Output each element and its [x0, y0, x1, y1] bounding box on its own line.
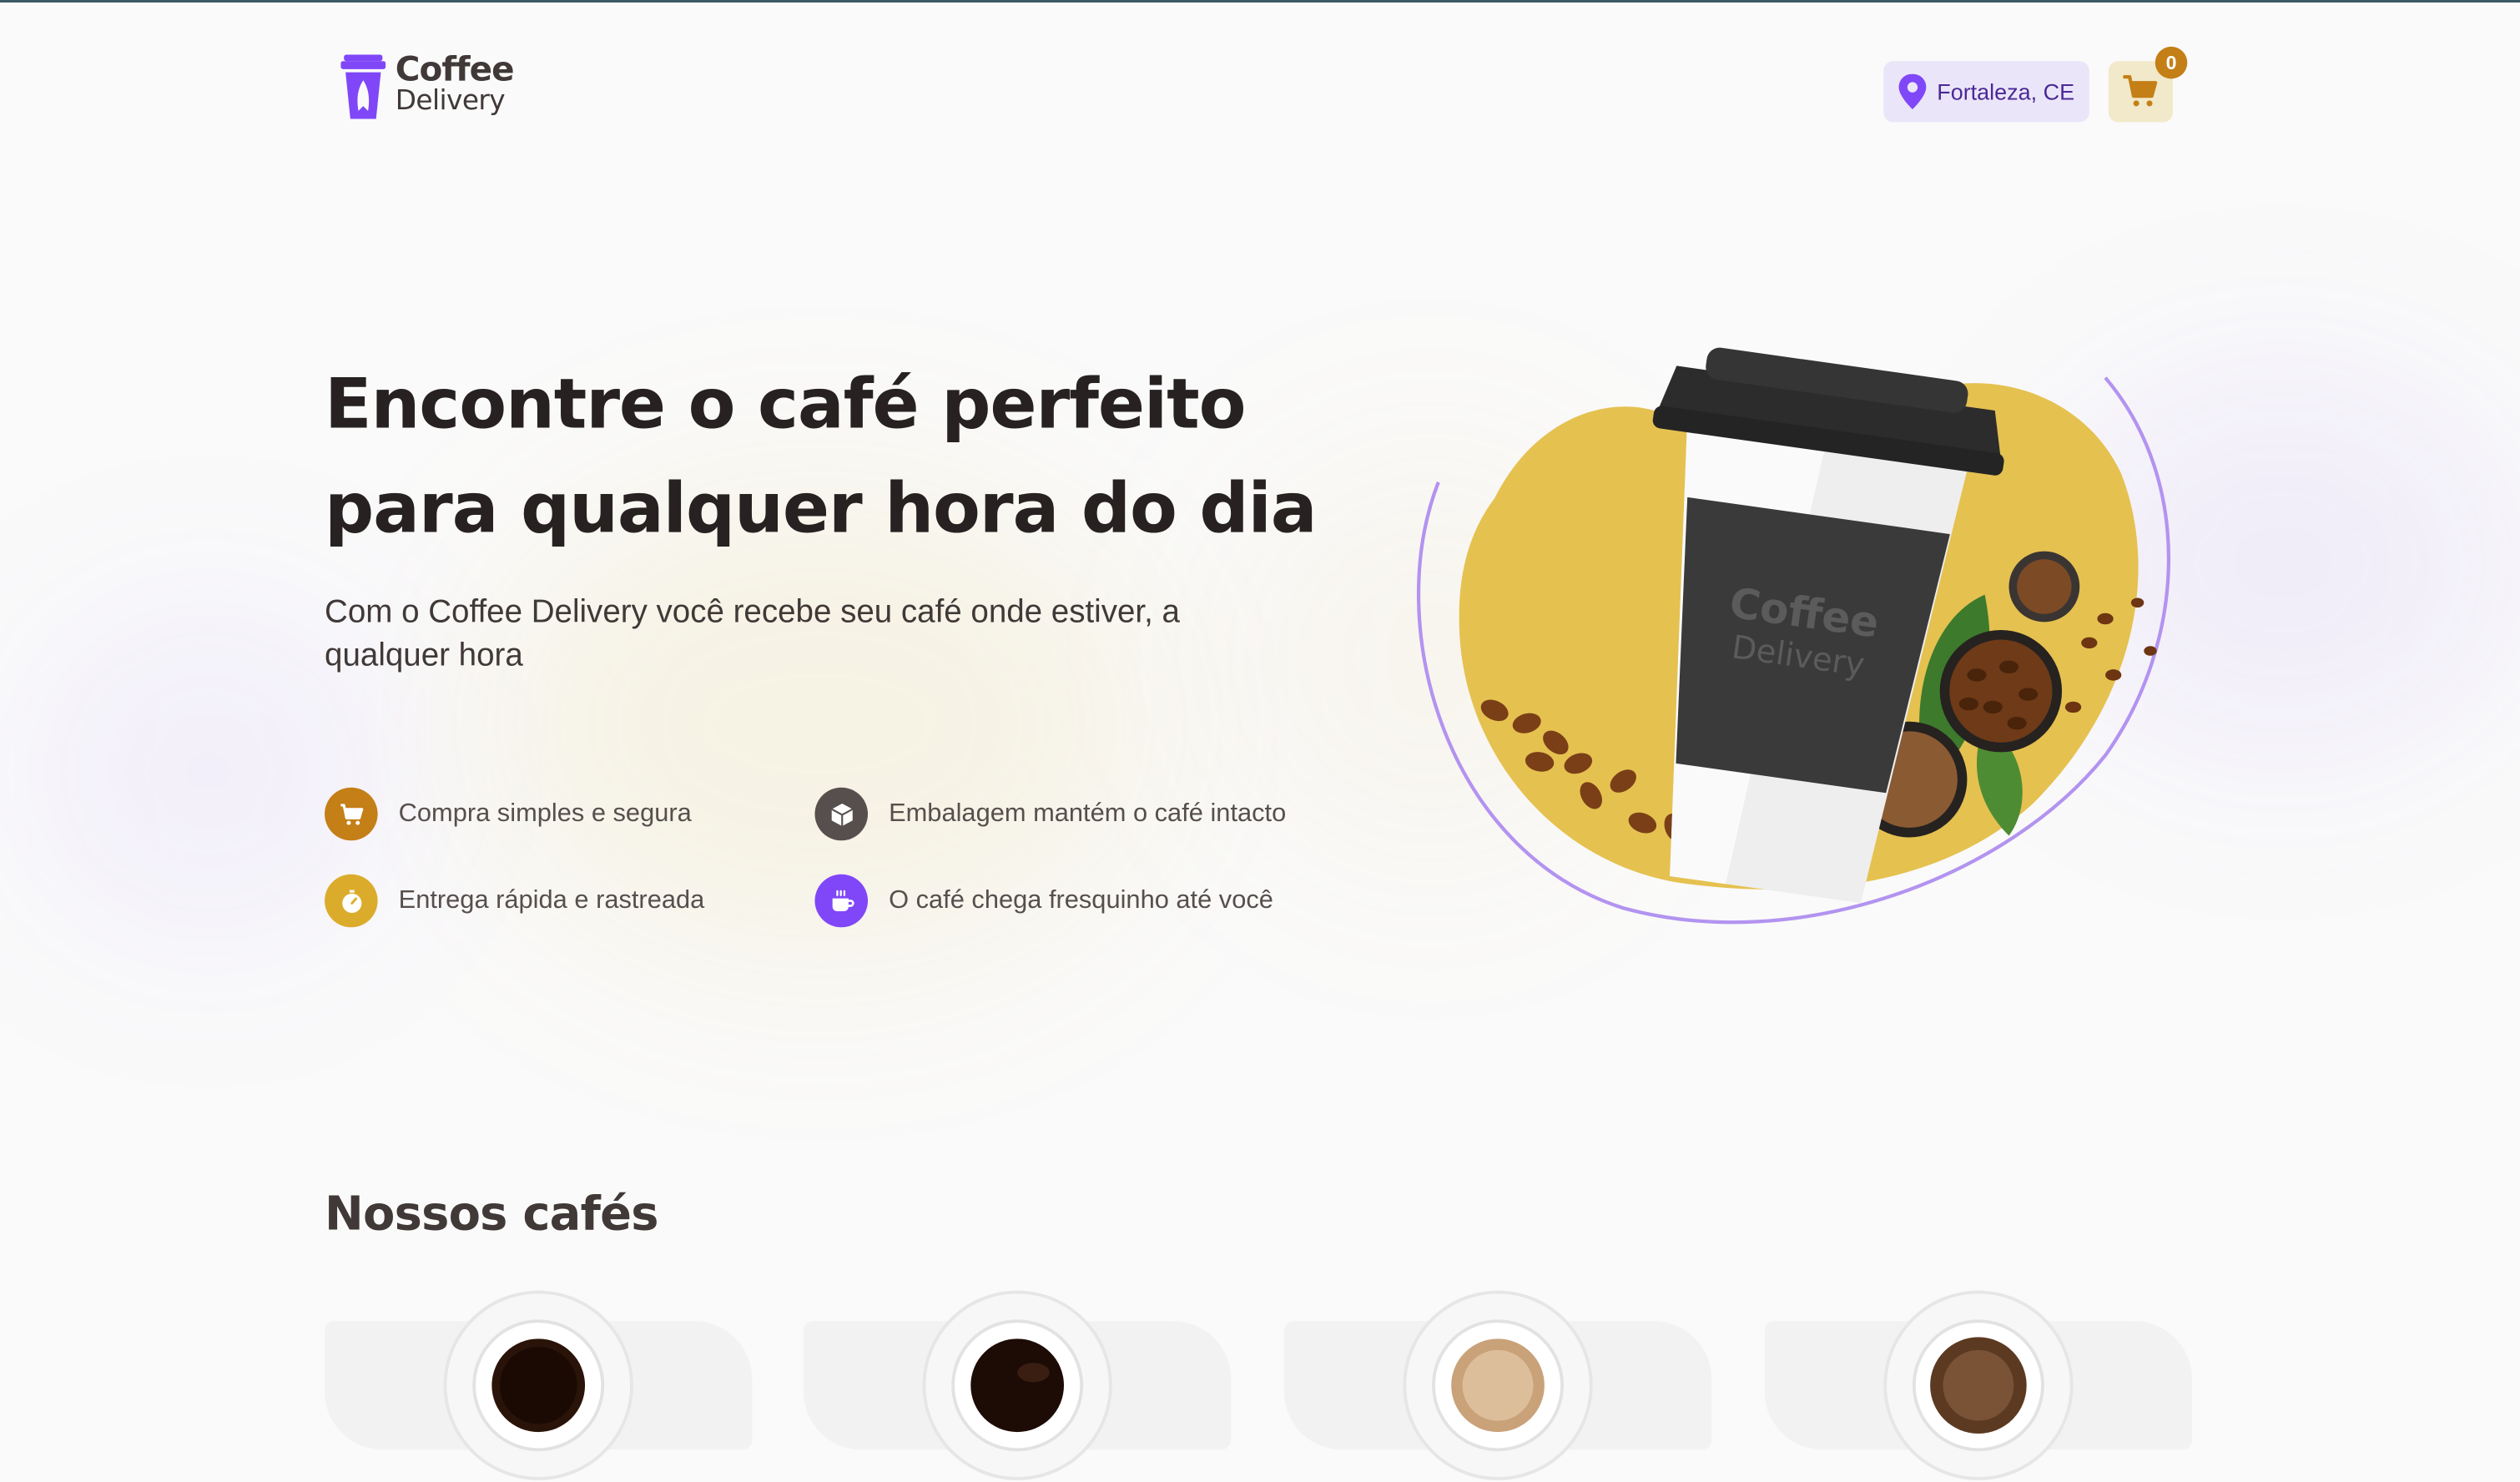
- page: Coffee Delivery Fortaleza, CE 0 Encontre…: [0, 0, 2520, 1480]
- feature-item: Embalagem mantém o café intacto: [814, 787, 1287, 841]
- logo-cup-icon: [340, 54, 386, 119]
- feature-item: Compra simples e segura: [325, 787, 692, 841]
- coffee-card[interactable]: [804, 1290, 1232, 1480]
- cart-count-badge: 0: [2155, 46, 2188, 79]
- feature-label: O café chega fresquinho até você: [889, 886, 1273, 914]
- feature-item: Entrega rápida e rastreada: [325, 874, 705, 928]
- coffee-cup-image: [1403, 1290, 1593, 1480]
- coffee-card[interactable]: [325, 1290, 753, 1480]
- coffee-icon: [814, 874, 869, 928]
- feature-label: Compra simples e segura: [398, 799, 692, 827]
- feature-item: O café chega fresquinho até você: [814, 874, 1273, 928]
- shopping-cart-icon: [2123, 75, 2158, 107]
- location-button[interactable]: Fortaleza, CE: [1883, 61, 2089, 123]
- package-icon: [814, 787, 869, 841]
- hero-subtitle: Com o Coffee Delivery você recebe seu ca…: [325, 594, 1180, 673]
- map-pin-icon: [1898, 73, 1927, 109]
- feature-label: Entrega rápida e rastreada: [398, 886, 705, 914]
- coffee-cup-image: [1883, 1290, 2074, 1480]
- coffee-cup-image: [922, 1290, 1112, 1480]
- cart-button[interactable]: 0: [2108, 46, 2188, 123]
- header: Coffee Delivery Fortaleza, CE 0: [325, 46, 2192, 132]
- timer-icon: [325, 874, 378, 928]
- feature-label: Embalagem mantém o café intacto: [889, 799, 1287, 827]
- coffee-cup-image: [443, 1290, 633, 1480]
- feature-list: Compra simples e segura Embalagem mantém…: [325, 787, 1353, 932]
- coffee-card[interactable]: [1283, 1290, 1712, 1480]
- hero-coffee-cup-image: Coffee Delivery: [1417, 347, 2171, 925]
- hero-title: Encontre o café perfeito para qualquer h…: [325, 365, 1318, 550]
- logo-subtitle: Delivery: [395, 85, 506, 118]
- logo-title: Coffee: [395, 49, 515, 88]
- coffee-card[interactable]: [1764, 1290, 2193, 1480]
- location-label: Fortaleza, CE: [1937, 78, 2075, 105]
- catalog-title: Nossos cafés: [325, 1186, 658, 1241]
- cart-icon: [325, 787, 378, 841]
- logo[interactable]: Coffee Delivery: [340, 49, 515, 121]
